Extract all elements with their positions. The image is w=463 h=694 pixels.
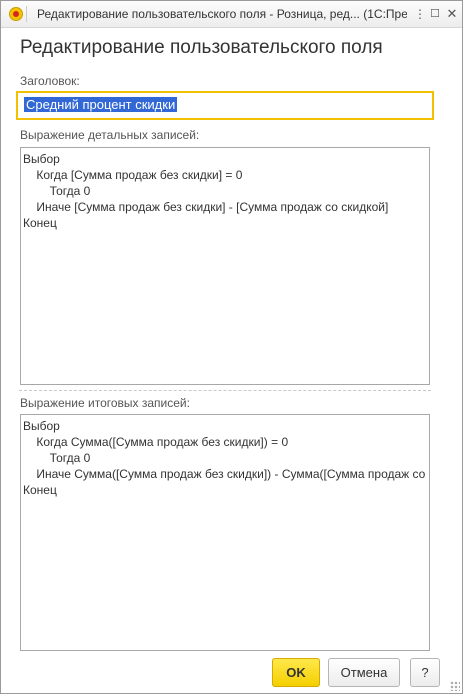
- code-line: Когда [Сумма продаж без скидки] = 0: [23, 168, 243, 182]
- code-line: Тогда 0: [23, 451, 91, 465]
- ok-button[interactable]: OK: [272, 658, 320, 687]
- detail-expression-label: Выражение детальных записей:: [20, 128, 200, 142]
- code-line: Иначе Сумма([Сумма продаж без скидки]) -…: [36, 467, 429, 481]
- help-button[interactable]: ?: [410, 658, 440, 687]
- dialog-window: Редактирование пользовательского поля - …: [0, 0, 463, 694]
- app-1c-icon: [9, 7, 23, 21]
- code-line: Когда Сумма([Сумма продаж без скидки]) =…: [23, 435, 289, 449]
- cancel-button[interactable]: Отмена: [328, 658, 400, 687]
- more-options-icon[interactable]: ⋮: [412, 6, 428, 22]
- window-title: Редактирование пользовательского поля - …: [37, 7, 407, 21]
- resize-grip-icon[interactable]: [450, 681, 460, 691]
- maximize-icon[interactable]: ☐: [427, 6, 443, 22]
- code-line: Конец: [23, 483, 57, 497]
- code-line: Тогда 0: [23, 184, 91, 198]
- total-expression-label: Выражение итоговых записей:: [20, 396, 190, 410]
- code-line: Выбор: [23, 152, 60, 166]
- detail-expression-editor[interactable]: Выбор Когда [Сумма продаж без скидки] = …: [20, 147, 430, 385]
- title-input[interactable]: Средний процент скидки: [16, 91, 434, 120]
- code-line: Конец: [23, 216, 57, 230]
- close-icon[interactable]: ✕: [444, 6, 460, 22]
- title-label: Заголовок:: [20, 74, 80, 88]
- title-input-value: Средний процент скидки: [24, 97, 178, 112]
- total-expression-editor[interactable]: Выбор Когда Сумма([Сумма продаж без скид…: [20, 414, 430, 651]
- form-heading: Редактирование пользовательского поля: [20, 37, 383, 58]
- title-separator: [26, 6, 27, 22]
- code-line: Иначе [Сумма продаж без скидки] - [Сумма…: [23, 200, 389, 214]
- title-bar[interactable]: Редактирование пользовательского поля - …: [1, 1, 462, 28]
- code-line: Выбор: [23, 419, 60, 433]
- splitter[interactable]: [19, 390, 431, 391]
